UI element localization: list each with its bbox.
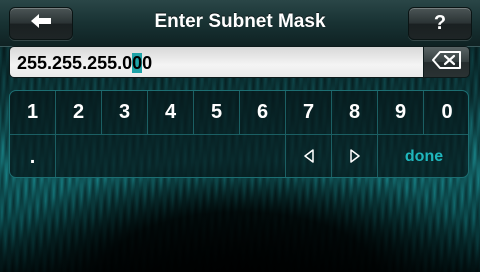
key-8[interactable]: 8 <box>332 91 378 135</box>
input-value: 255.255.255.000 <box>17 53 153 73</box>
help-button[interactable]: ? <box>408 7 472 40</box>
key-3[interactable]: 3 <box>102 91 148 135</box>
key-dot[interactable]: . <box>10 135 56 177</box>
key-0[interactable]: 0 <box>424 91 468 135</box>
subnet-mask-input[interactable]: 255.255.255.000 <box>9 46 423 78</box>
key-9[interactable]: 9 <box>378 91 424 135</box>
keypad-spacer <box>56 135 286 177</box>
backspace-icon <box>431 50 462 74</box>
cursor-left-button[interactable] <box>286 135 332 177</box>
key-5[interactable]: 5 <box>194 91 240 135</box>
help-label: ? <box>433 12 447 34</box>
cursor-right-button[interactable] <box>332 135 378 177</box>
key-2[interactable]: 2 <box>56 91 102 135</box>
triangle-left-icon <box>303 146 315 169</box>
key-4[interactable]: 4 <box>148 91 194 135</box>
backspace-button[interactable] <box>423 46 470 78</box>
key-7[interactable]: 7 <box>286 91 332 135</box>
key-6[interactable]: 6 <box>240 91 286 135</box>
done-button[interactable]: done <box>378 135 468 177</box>
triangle-right-icon <box>349 146 361 169</box>
key-1[interactable]: 1 <box>10 91 56 135</box>
numeric-keypad: 1 2 3 4 5 6 7 8 9 0 . done <box>9 90 469 178</box>
cursor-highlight: 0 <box>132 53 143 73</box>
title-bar: Enter Subnet Mask ? <box>0 0 480 47</box>
